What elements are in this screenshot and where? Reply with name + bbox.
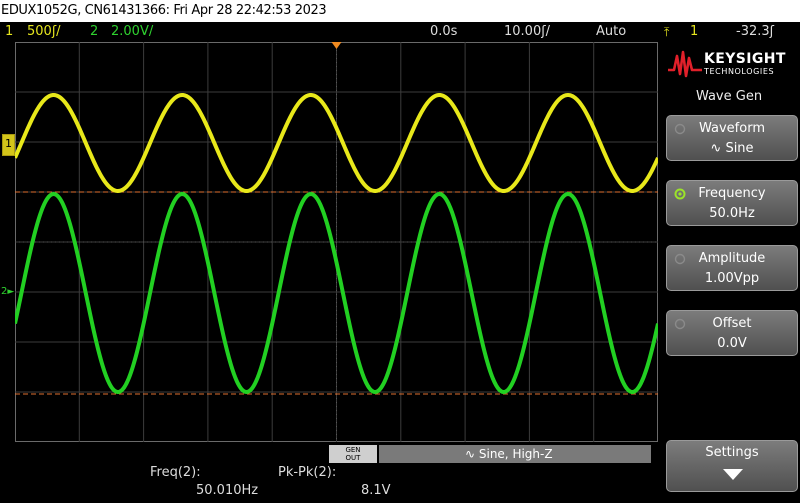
ch1-scale[interactable]: 500ʃ/: [27, 22, 61, 42]
trigger-mode[interactable]: Auto: [596, 22, 626, 42]
trigger-level[interactable]: -32.3ʃ: [736, 22, 774, 42]
keysight-wave-icon: [668, 50, 702, 78]
trigger-position-icon: [331, 42, 342, 49]
ch2-ground-marker[interactable]: 2►: [1, 286, 14, 297]
ch1-number[interactable]: 1: [5, 22, 13, 42]
wavegen-status: ∿ Sine, High-Z: [379, 445, 651, 463]
freq-value: 50.010Hz: [196, 483, 259, 498]
trigger-edge-icon: ⤒: [664, 25, 670, 39]
settings-softkey[interactable]: Settings: [666, 440, 798, 492]
ch1-ground-marker[interactable]: 1: [2, 134, 15, 156]
title-bar: EDUX1052G, CN61431366: Fri Apr 28 22:42:…: [0, 0, 800, 22]
gen-out-indicator: GEN OUT: [329, 445, 377, 463]
measurement-bar: Freq(2): 50.010Hz Pk-Pk(2): 8.1V: [0, 463, 658, 503]
trigger-source[interactable]: 1: [690, 22, 698, 42]
pkpk-label: Pk-Pk(2):: [278, 465, 337, 480]
ch2-scale[interactable]: 2.00V/: [111, 22, 153, 42]
waveform-graticule: [15, 42, 658, 442]
status-bar: 1 500ʃ/ 2 2.00V/ 0.0s 10.00ʃ/ Auto ⤒ 1 -…: [0, 22, 800, 42]
time-delay[interactable]: 0.0s: [430, 22, 457, 42]
offset-softkey[interactable]: Offset 0.0V: [666, 310, 798, 356]
ch2-number[interactable]: 2: [90, 22, 98, 42]
waveform-softkey[interactable]: Waveform ∿ Sine: [666, 115, 798, 161]
timebase[interactable]: 10.00ʃ/: [504, 22, 550, 42]
pkpk-value: 8.1V: [361, 483, 391, 498]
instrument-title: EDUX1052G, CN61431366: Fri Apr 28 22:42:…: [1, 3, 327, 18]
waveform-display[interactable]: [15, 42, 658, 442]
amplitude-softkey[interactable]: Amplitude 1.00Vpp: [666, 245, 798, 291]
freq-label: Freq(2):: [150, 465, 201, 480]
softkey-panel: KEYSIGHT TECHNOLOGIES Wave Gen Waveform …: [658, 42, 800, 503]
chevron-down-icon: [723, 469, 743, 480]
panel-title: Wave Gen: [695, 89, 763, 104]
frequency-softkey[interactable]: Frequency 50.0Hz: [666, 180, 798, 226]
keysight-logo: KEYSIGHT TECHNOLOGIES: [668, 50, 798, 80]
